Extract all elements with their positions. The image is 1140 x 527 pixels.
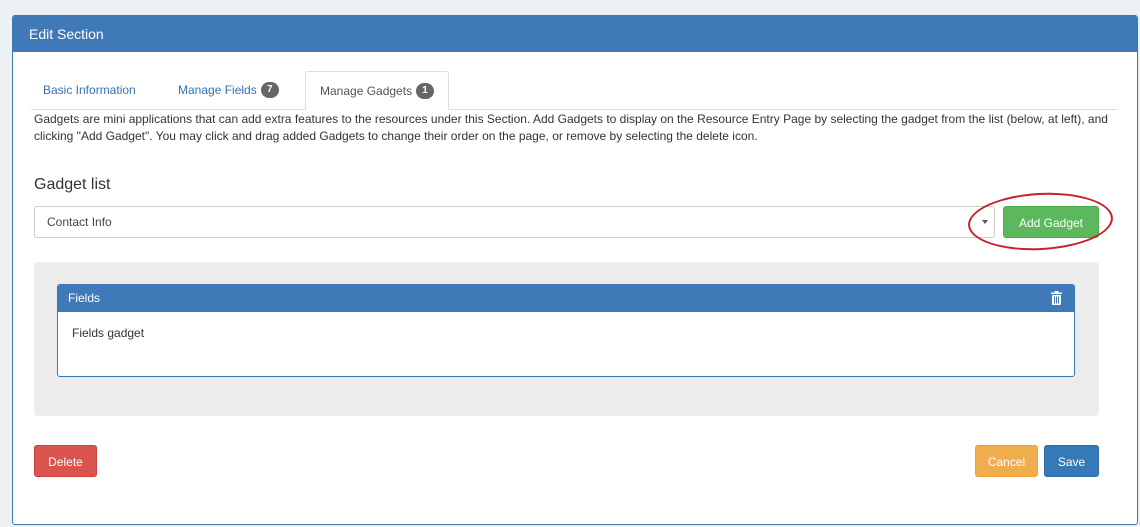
- gadget-card[interactable]: Fields Fields gadget: [57, 284, 1075, 377]
- gadget-select-value: Contact Info: [47, 215, 112, 229]
- gadget-card-header[interactable]: Fields: [58, 285, 1074, 312]
- cancel-button[interactable]: Cancel: [975, 445, 1038, 477]
- tab-manage-gadgets[interactable]: Manage Gadgets 1: [305, 71, 450, 110]
- panel-title: Edit Section: [13, 16, 1137, 52]
- tab-basic-information[interactable]: Basic Information: [43, 71, 136, 109]
- gadget-list-label: Gadget list: [34, 176, 111, 193]
- tab-label: Manage Fields: [178, 83, 257, 97]
- gadget-select[interactable]: Contact Info: [34, 206, 995, 238]
- gadget-card-body: Fields gadget: [72, 326, 145, 340]
- gadgets-count-badge: 1: [416, 82, 435, 99]
- tab-label: Basic Information: [43, 83, 136, 97]
- gadget-container: Fields Fields gadget: [34, 262, 1099, 416]
- fields-count-badge: 7: [260, 81, 279, 98]
- tab-bar: Basic Information Manage Fields 7 Manage …: [31, 71, 1117, 110]
- trash-icon[interactable]: [1051, 291, 1062, 305]
- delete-button[interactable]: Delete: [34, 445, 97, 477]
- add-gadget-button[interactable]: Add Gadget: [1003, 206, 1099, 238]
- gadget-card-title: Fields: [68, 291, 101, 305]
- gadgets-description: Gadgets are mini applications that can a…: [34, 112, 1108, 143]
- save-button[interactable]: Save: [1044, 445, 1099, 477]
- caret-down-icon[interactable]: [982, 220, 988, 224]
- tab-manage-fields[interactable]: Manage Fields 7: [178, 71, 279, 109]
- tab-label: Manage Gadgets: [320, 84, 413, 98]
